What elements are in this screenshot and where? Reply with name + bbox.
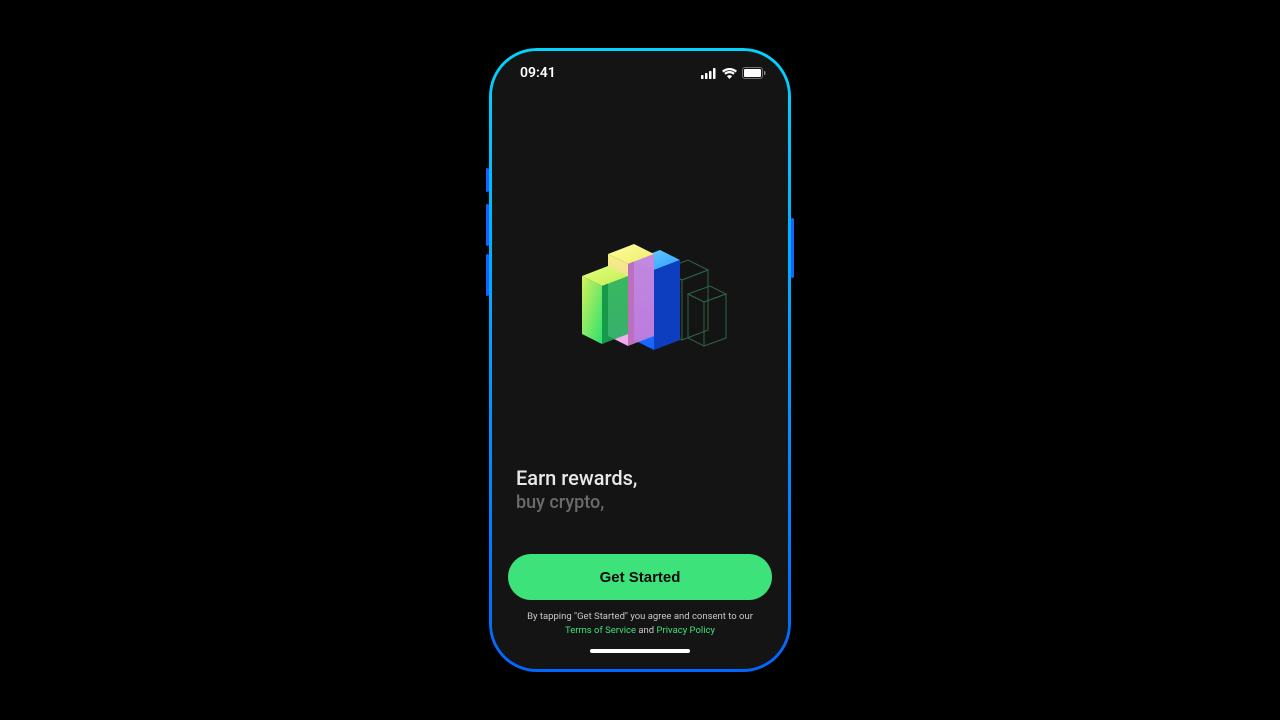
volume-down-button [486,254,489,296]
hero-bars-graphic [550,230,730,370]
status-indicators [701,67,766,79]
battery-icon [742,67,766,79]
onboarding-content: Earn rewards, buy crypto, Get Started By… [492,95,788,669]
privacy-policy-link[interactable]: Privacy Policy [657,625,715,636]
mute-switch [486,168,489,192]
cellular-signal-icon [701,68,717,79]
tagline-line-1: Earn rewards, [516,465,764,491]
volume-up-button [486,204,489,246]
tagline: Earn rewards, buy crypto, [508,465,772,554]
power-button [791,218,794,278]
status-bar: 09:41 [492,51,788,95]
terms-of-service-link[interactable]: Terms of Service [565,625,636,636]
legal-prefix: By tapping "Get Started" you agree and c… [527,611,753,622]
legal-and: and [636,625,656,636]
phone-screen: 09:41 [492,51,788,669]
get-started-button[interactable]: Get Started [508,554,772,600]
home-indicator[interactable] [590,649,690,653]
tagline-line-2: buy crypto, [516,491,764,514]
phone-device-frame: 09:41 [489,48,791,672]
wifi-icon [722,68,737,79]
status-time: 09:41 [520,65,556,81]
legal-disclaimer: By tapping "Get Started" you agree and c… [508,610,772,637]
hero-area [508,95,772,465]
